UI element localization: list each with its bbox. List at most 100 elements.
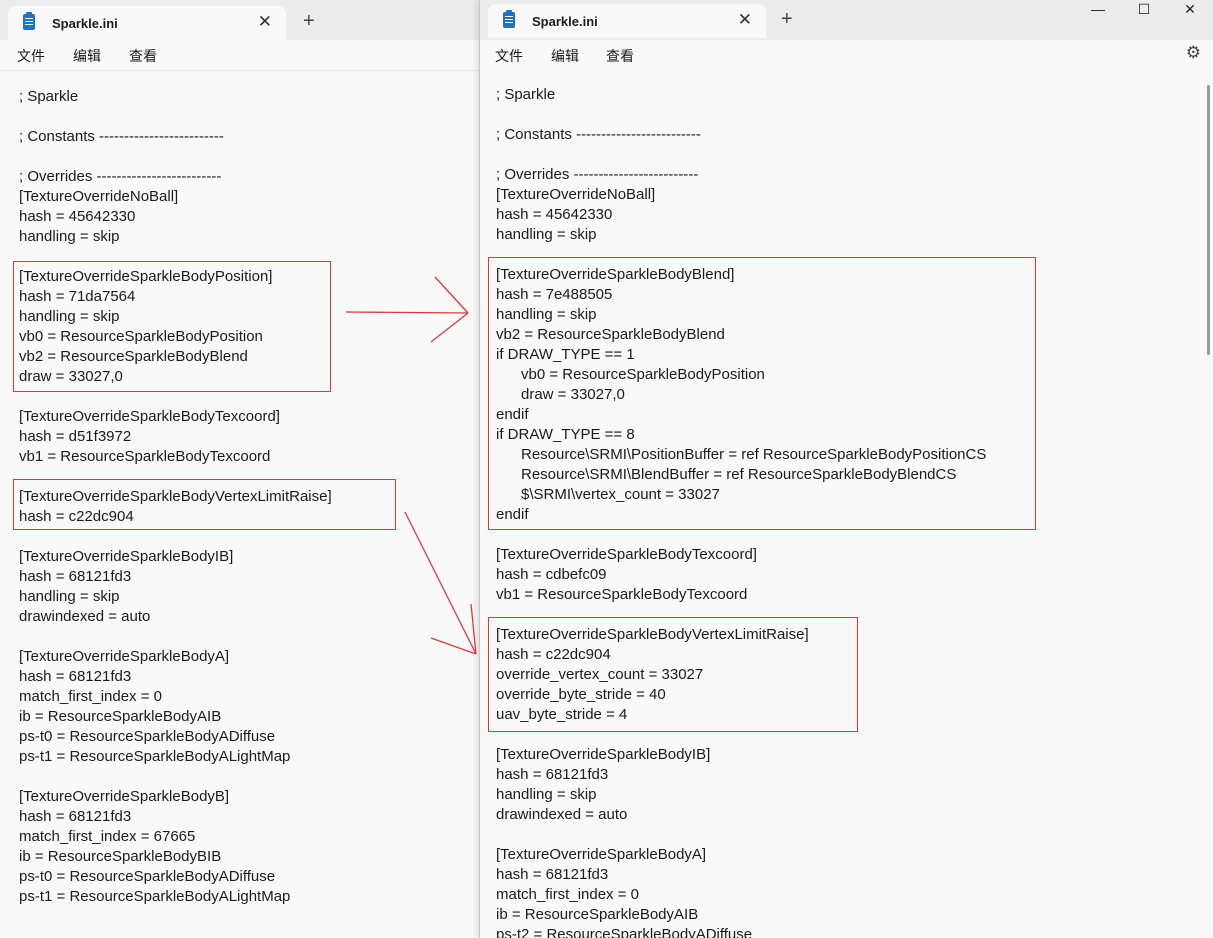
editor-line: ; Sparkle <box>19 88 79 105</box>
editor-line: if DRAW_TYPE == 1 <box>496 346 635 363</box>
tab-sparkle-ini[interactable]: Sparkle.ini ✕ <box>488 4 766 38</box>
editor-line: [TextureOverrideSparkleBodyA] <box>19 648 230 665</box>
right-notepad-window: Sparkle.ini ✕ + — ☐ ✕ 文件 编辑 查看 ⚙ ; Spark… <box>479 0 1213 938</box>
minimize-icon[interactable]: — <box>1075 0 1121 22</box>
editor-line: vb1 = ResourceSparkleBodyTexcoord <box>496 586 748 603</box>
menu-view[interactable]: 查看 <box>606 46 634 66</box>
editor-line: [TextureOverrideSparkleBodyIB] <box>496 746 711 763</box>
vertical-scrollbar[interactable] <box>1207 85 1210 355</box>
editor-line: ib = ResourceSparkleBodyBIB <box>19 848 222 865</box>
editor-line: vb2 = ResourceSparkleBodyBlend <box>496 326 725 343</box>
tab-sparkle-ini[interactable]: Sparkle.ini ✕ <box>8 6 286 40</box>
editor-line: [TextureOverrideSparkleBodyA] <box>496 846 707 863</box>
menu-view[interactable]: 查看 <box>129 46 157 66</box>
tab-title: Sparkle.ini <box>532 13 598 29</box>
editor-line: ; Constants ------------------------- <box>19 128 224 145</box>
editor-line: handling = skip <box>19 228 120 245</box>
editor-line: match_first_index = 67665 <box>19 828 196 845</box>
close-window-icon[interactable]: ✕ <box>1167 0 1213 22</box>
editor-line: endif <box>496 506 529 523</box>
editor-line: handling = skip <box>496 306 597 323</box>
tab-bar: Sparkle.ini ✕ + <box>0 0 480 40</box>
menu-bar: 文件 编辑 查看 <box>0 40 480 71</box>
editor-line: vb1 = ResourceSparkleBodyTexcoord <box>19 448 271 465</box>
editor-line: ps-t1 = ResourceSparkleBodyALightMap <box>19 888 291 905</box>
editor-line: [TextureOverrideSparkleBodyVertexLimitRa… <box>19 488 332 505</box>
editor-line: hash = 68121fd3 <box>19 808 132 825</box>
editor-line: handling = skip <box>19 588 120 605</box>
menu-file[interactable]: 文件 <box>495 46 523 66</box>
menu-file[interactable]: 文件 <box>17 46 45 66</box>
menu-edit[interactable]: 编辑 <box>551 46 579 66</box>
text-editor-area[interactable]: ; Sparkle ; Constants -------------------… <box>480 69 1213 938</box>
editor-line: Resource\SRMI\BlendBuffer = ref Resource… <box>496 466 957 483</box>
editor-line: hash = 68121fd3 <box>496 766 609 783</box>
editor-line: ; Overrides ------------------------- <box>496 166 699 183</box>
editor-line: match_first_index = 0 <box>19 688 162 705</box>
text-editor-area[interactable]: ; Sparkle ; Constants -------------------… <box>0 71 480 938</box>
editor-line: endif <box>496 406 529 423</box>
editor-line: draw = 33027,0 <box>496 386 625 403</box>
editor-line: handling = skip <box>19 308 120 325</box>
editor-line: uav_byte_stride = 4 <box>496 706 628 723</box>
editor-line: hash = c22dc904 <box>496 646 611 663</box>
editor-line: $\SRMI\vertex_count = 33027 <box>496 486 720 503</box>
editor-line: drawindexed = auto <box>19 608 151 625</box>
editor-text: ; Sparkle ; Constants -------------------… <box>19 87 332 907</box>
new-tab-button[interactable]: + <box>303 10 315 32</box>
editor-line: [TextureOverrideSparkleBodyIB] <box>19 548 234 565</box>
editor-line: [TextureOverrideSparkleBodyVertexLimitRa… <box>496 626 809 643</box>
close-tab-icon[interactable]: ✕ <box>738 10 752 30</box>
editor-line: ps-t2 = ResourceSparkleBodyADiffuse <box>496 926 753 938</box>
editor-line: hash = 68121fd3 <box>19 668 132 685</box>
editor-line: hash = 45642330 <box>496 206 613 223</box>
editor-line: ps-t0 = ResourceSparkleBodyADiffuse <box>19 868 276 885</box>
menu-edit[interactable]: 编辑 <box>73 46 101 66</box>
editor-line: ps-t0 = ResourceSparkleBodyADiffuse <box>19 728 276 745</box>
editor-line: hash = d51f3972 <box>19 428 132 445</box>
editor-line: match_first_index = 0 <box>496 886 639 903</box>
notepad-file-icon <box>503 10 515 28</box>
editor-line: vb0 = ResourceSparkleBodyPosition <box>19 328 263 345</box>
editor-line: hash = cdbefc09 <box>496 566 607 583</box>
editor-line: vb2 = ResourceSparkleBodyBlend <box>19 348 248 365</box>
editor-line: override_vertex_count = 33027 <box>496 666 704 683</box>
tab-title: Sparkle.ini <box>52 15 118 31</box>
editor-line: hash = c22dc904 <box>19 508 134 525</box>
maximize-icon[interactable]: ☐ <box>1121 0 1167 22</box>
editor-text: ; Sparkle ; Constants -------------------… <box>496 85 986 938</box>
editor-line: Resource\SRMI\PositionBuffer = ref Resou… <box>496 446 987 463</box>
tab-bar: Sparkle.ini ✕ + — ☐ ✕ <box>480 0 1213 40</box>
editor-line: hash = 68121fd3 <box>19 568 132 585</box>
settings-gear-icon[interactable]: ⚙ <box>1186 43 1201 63</box>
editor-line: [TextureOverrideNoBall] <box>19 188 179 205</box>
editor-line: if DRAW_TYPE == 8 <box>496 426 635 443</box>
editor-line: override_byte_stride = 40 <box>496 686 666 703</box>
close-tab-icon[interactable]: ✕ <box>258 12 272 32</box>
editor-line: ; Constants ------------------------- <box>496 126 701 143</box>
menu-bar: 文件 编辑 查看 ⚙ <box>480 40 1213 71</box>
editor-line: [TextureOverrideSparkleBodyBlend] <box>496 266 735 283</box>
editor-line: drawindexed = auto <box>496 806 628 823</box>
editor-line: ; Sparkle <box>496 86 556 103</box>
editor-line: [TextureOverrideSparkleBodyTexcoord] <box>19 408 280 425</box>
editor-line: ib = ResourceSparkleBodyAIB <box>496 906 699 923</box>
editor-line: hash = 45642330 <box>19 208 136 225</box>
left-notepad-window: Sparkle.ini ✕ + 文件 编辑 查看 ; Sparkle ; Cons… <box>0 0 480 938</box>
new-tab-button[interactable]: + <box>781 8 793 30</box>
editor-line: hash = 71da7564 <box>19 288 136 305</box>
